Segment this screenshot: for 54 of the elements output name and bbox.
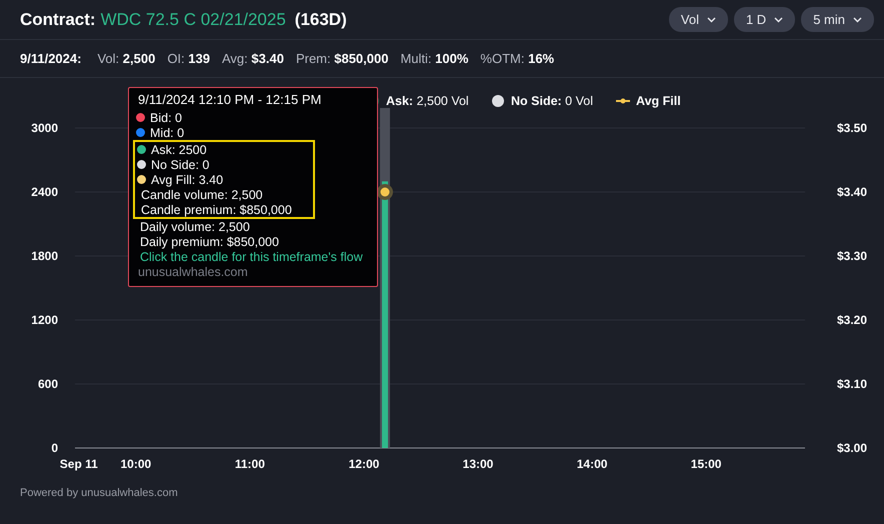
stat-label: Vol: [97, 51, 120, 66]
contract-label: Contract: [20, 10, 96, 30]
stat-label: Avg: [222, 51, 248, 66]
tooltip-text: Mid: 0 [150, 126, 184, 140]
tooltip-text: Daily volume: 2,500 [139, 219, 251, 234]
stats-date: 9/11/2024: [20, 51, 82, 66]
y-axis-label: 1800 [31, 249, 58, 263]
y-axis-label: 0 [51, 441, 58, 455]
price-axis-label: $3.40 [836, 185, 867, 199]
tooltip-text: Avg Fill: 3.40 [151, 172, 224, 186]
tooltip-title: 9/11/2024 12:10 PM - 12:15 PM [138, 93, 322, 107]
stat-label: %OTM: [480, 51, 524, 66]
stat-value: $3.40 [251, 51, 284, 66]
stat-value: 16% [528, 51, 554, 66]
stat-label: Multi: [400, 51, 432, 66]
contract-name: WDC 72.5 C 02/21/2025 [100, 10, 286, 30]
stat-value: 100% [435, 51, 468, 66]
dropdown-button[interactable]: 1 D [734, 7, 796, 32]
brand-text: unusualwhales.com [137, 264, 249, 279]
legend-item[interactable]: Avg Fill [616, 94, 681, 108]
x-axis-label: 12:00 [348, 457, 380, 471]
y-axis-label: 1200 [31, 313, 58, 327]
x-axis-label: 11:00 [234, 457, 265, 471]
dropdown-button[interactable]: 5 min [801, 7, 874, 32]
stat-label: Prem: [296, 51, 331, 66]
tooltip-text: Candle volume: 2,500 [140, 187, 264, 202]
tooltip-text: No Side: 0 [151, 158, 210, 172]
price-axis-label: $3.30 [836, 249, 867, 263]
y-axis-label: 3000 [31, 121, 58, 135]
stat-value: 2,500 [122, 51, 156, 66]
tooltip-text: Daily premium: $850,000 [139, 234, 280, 249]
tooltip-text: Ask: 2500 [151, 142, 207, 156]
price-axis-label: $3.00 [836, 441, 867, 455]
y-axis-label: 600 [38, 377, 58, 391]
y-axis-label: 2400 [31, 185, 58, 199]
flow-link[interactable]: Click the candle for this timeframe's flow [136, 249, 377, 264]
stat-label: OI: [167, 51, 185, 66]
powered-by-text: Powered by unusualwhales.com [20, 487, 178, 499]
dropdown-button[interactable]: Vol [668, 7, 728, 32]
tooltip-text: Bid: 0 [150, 110, 182, 124]
price-axis-label: $3.10 [836, 377, 867, 391]
legend-label: Avg Fill [636, 94, 681, 108]
price-axis-label: $3.50 [836, 121, 867, 135]
days-to-expiry: (163D) [294, 10, 347, 30]
legend-item[interactable]: No Side: 0 Vol [492, 94, 593, 108]
x-axis-label: 14:00 [576, 457, 608, 471]
tooltip-text: Candle premium: $850,000 [140, 202, 293, 217]
x-axis-label: 10:00 [120, 457, 152, 471]
x-axis-label: 13:00 [462, 457, 494, 471]
price-axis-label: $3.20 [836, 313, 867, 327]
x-axis-label: 15:00 [690, 457, 722, 471]
x-axis-label: Sep 11 [60, 457, 98, 471]
stat-value: $850,000 [334, 51, 388, 66]
stat-value: 139 [188, 51, 210, 66]
